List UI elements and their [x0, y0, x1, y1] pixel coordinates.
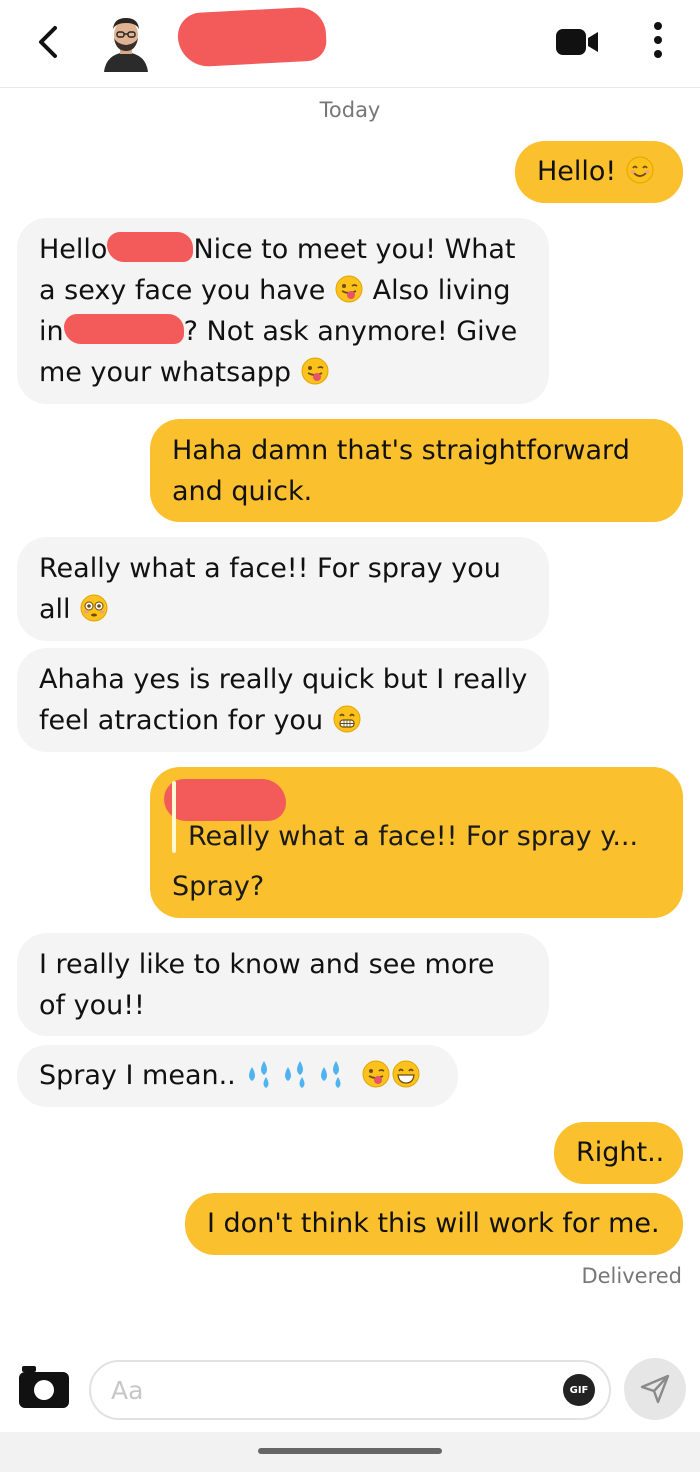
redacted-location [63, 314, 184, 344]
video-call-button[interactable] [554, 26, 600, 58]
chevron-left-icon [39, 26, 57, 58]
smiling-face-icon [626, 156, 654, 184]
winking-tongue-face-icon [335, 275, 363, 303]
message-text: I really like to know and see more [39, 949, 495, 980]
message-text: a sexy face you have [39, 275, 326, 306]
winking-tongue-face-icon [301, 357, 329, 385]
send-button[interactable] [624, 1358, 686, 1420]
redacted-name [107, 232, 194, 262]
message-incoming[interactable]: Spray I mean.. [17, 1045, 458, 1107]
message-text: Right.. [576, 1137, 665, 1168]
message-text: Really what a face!! For spray you [39, 553, 501, 584]
grinning-face-icon [392, 1060, 420, 1088]
gif-button[interactable]: GIF [563, 1374, 595, 1406]
quote-bar [172, 781, 176, 853]
message-outgoing[interactable]: Hello! [515, 141, 683, 203]
message-outgoing[interactable]: I don't think this will work for me. [185, 1193, 683, 1255]
message-outgoing[interactable]: Haha damn that's straightforward and qui… [150, 419, 683, 522]
flushed-face-icon [80, 594, 108, 622]
camera-icon [19, 1366, 69, 1408]
home-indicator[interactable] [258, 1448, 442, 1454]
more-vertical-icon [654, 22, 662, 30]
message-text: Spray I mean.. [39, 1060, 236, 1091]
message-text: Hello [39, 234, 108, 265]
grimacing-face-icon [333, 705, 361, 733]
redacted-quote-author [164, 779, 286, 821]
message-incoming[interactable]: I really like to know and see more of yo… [17, 933, 549, 1036]
delivery-status: Delivered [581, 1264, 682, 1288]
sweat-droplets-icon [249, 1061, 341, 1088]
message-text: me your whatsapp [39, 357, 292, 388]
message-incoming[interactable]: Hello Nice to meet you! What a sexy face … [17, 218, 549, 404]
message-text: Ahaha yes is really quick but I really [39, 664, 528, 695]
message-incoming[interactable]: Really what a face!! For spray you all [17, 537, 549, 641]
avatar[interactable] [100, 14, 152, 72]
quoted-message: Really what a face!! For spray y... [188, 821, 639, 852]
contact-name-redacted [176, 6, 328, 68]
message-text: ? Not ask anymore! Give [183, 316, 518, 347]
date-separator: Today [319, 98, 381, 122]
message-text: in [39, 316, 64, 347]
message-incoming[interactable]: Ahaha yes is really quick but I really f… [17, 648, 549, 752]
message-outgoing-reply[interactable]: Really what a face!! For spray y... Spra… [150, 767, 683, 918]
system-nav-bar [0, 1432, 700, 1472]
message-outgoing[interactable]: Right.. [554, 1122, 683, 1184]
message-text: Also living [372, 275, 511, 306]
winking-tongue-face-icon [362, 1060, 390, 1088]
message-text: feel atraction for you [39, 705, 324, 736]
chat-header [0, 0, 700, 88]
camera-button[interactable] [18, 1364, 70, 1410]
message-text: Nice to meet you! What [193, 234, 516, 265]
message-text: Hello! [537, 156, 617, 187]
message-text: of you!! [39, 990, 145, 1021]
message-input-wrapper: GIF [89, 1360, 611, 1420]
message-text: and quick. [172, 476, 313, 507]
message-text: all [39, 594, 71, 625]
more-options-button[interactable] [646, 20, 670, 60]
back-button[interactable] [30, 22, 66, 62]
send-icon [640, 1374, 670, 1404]
video-camera-icon [556, 29, 598, 55]
message-composer: GIF [0, 1350, 700, 1432]
message-input[interactable] [111, 1372, 531, 1408]
message-text: Haha damn that's straightforward [172, 435, 630, 466]
message-text: Spray? [172, 871, 265, 902]
message-text: I don't think this will work for me. [207, 1208, 660, 1239]
